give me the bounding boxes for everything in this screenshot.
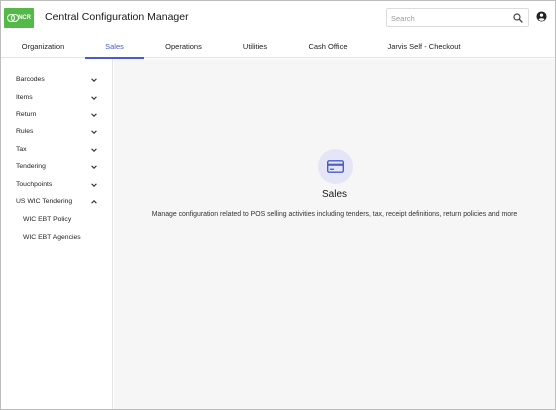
sidebar-item-label: Rules xyxy=(16,128,34,135)
sidebar: Barcodes Items Return Rules Tax Tenderin… xyxy=(1,59,113,409)
sidebar-item-label: Items xyxy=(16,94,33,101)
search-input[interactable] xyxy=(391,12,509,24)
section-description: Manage configuration related to POS sell… xyxy=(151,211,518,218)
sales-icon-badge xyxy=(318,149,353,184)
main-content: Sales Manage configuration related to PO… xyxy=(114,59,555,409)
sidebar-item-label: US WIC Tendering xyxy=(16,198,73,205)
search-icon[interactable] xyxy=(512,12,524,24)
chevron-up-icon xyxy=(91,200,97,204)
ncr-logo-icon xyxy=(7,14,20,22)
chevron-down-icon xyxy=(91,165,97,169)
chevron-down-icon xyxy=(91,113,97,117)
tab-cash-office[interactable]: Cash Office xyxy=(299,34,357,58)
sidebar-subitem-wic-ebt-agencies[interactable]: WIC EBT Agencies xyxy=(1,230,113,247)
sidebar-item-tendering[interactable]: Tendering xyxy=(1,159,113,176)
sidebar-subitem-label: WIC EBT Policy xyxy=(23,216,72,223)
tab-utilities[interactable]: Utilities xyxy=(230,34,280,58)
sidebar-item-label: Barcodes xyxy=(16,76,45,83)
sidebar-item-barcodes[interactable]: Barcodes xyxy=(1,72,113,89)
sidebar-item-label: Tax xyxy=(16,146,27,153)
chevron-down-icon xyxy=(91,148,97,152)
sidebar-item-label: Touchpoints xyxy=(16,181,53,188)
app-header: NCR Central Configuration Manager xyxy=(1,1,555,34)
main-nav-tabs: Organization Sales Operations Utilities … xyxy=(1,34,555,59)
sidebar-subitem-label: WIC EBT Agencies xyxy=(23,234,81,241)
section-title: Sales xyxy=(321,189,347,200)
chevron-down-icon xyxy=(91,130,97,134)
app-window: NCR Central Configuration Manager Organi… xyxy=(0,0,556,410)
sidebar-item-items[interactable]: Items xyxy=(1,90,113,107)
sidebar-item-touchpoints[interactable]: Touchpoints xyxy=(1,177,113,194)
sidebar-item-label: Return xyxy=(16,111,37,118)
sidebar-item-rules[interactable]: Rules xyxy=(1,124,113,141)
credit-card-icon xyxy=(327,160,344,173)
chevron-down-icon xyxy=(91,78,97,82)
sidebar-item-label: Tendering xyxy=(16,163,46,170)
chevron-down-icon xyxy=(91,96,97,100)
tab-organization[interactable]: Organization xyxy=(13,34,73,58)
tab-sales[interactable]: Sales xyxy=(85,34,144,59)
account-circle-icon[interactable] xyxy=(536,11,547,22)
sidebar-item-return[interactable]: Return xyxy=(1,107,113,124)
tab-jarvis-self-checkout[interactable]: Jarvis Self - Checkout xyxy=(375,34,473,58)
chevron-down-icon xyxy=(91,183,97,187)
search-box[interactable] xyxy=(386,8,529,27)
sidebar-subitem-wic-ebt-policy[interactable]: WIC EBT Policy xyxy=(1,212,113,229)
tab-operations[interactable]: Operations xyxy=(156,34,211,58)
ncr-logo-mark: NCR xyxy=(7,14,31,22)
sidebar-item-us-wic-tendering[interactable]: US WIC Tendering xyxy=(1,194,113,211)
ncr-logo[interactable]: NCR xyxy=(4,8,34,28)
app-title: Central Configuration Manager xyxy=(45,11,189,23)
sidebar-item-tax[interactable]: Tax xyxy=(1,142,113,159)
logo-text: NCR xyxy=(18,15,31,21)
